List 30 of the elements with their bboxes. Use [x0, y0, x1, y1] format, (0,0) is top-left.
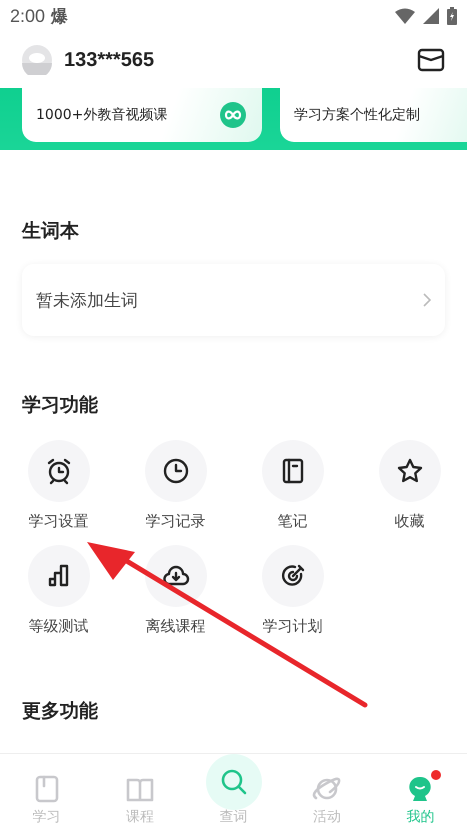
chevron-right-icon	[423, 293, 431, 307]
section-title: 生词本	[20, 219, 80, 244]
signal-icon	[423, 8, 439, 24]
feature-label: 学习设置	[28, 512, 88, 531]
section-title: 学习功能	[21, 393, 99, 418]
feature-label: 学习计划	[262, 617, 322, 636]
promo-card[interactable]: 学习方案个性化定制	[280, 88, 467, 142]
tab-item[interactable]: 学习	[0, 754, 94, 830]
status-time: 2:00	[10, 6, 46, 26]
promo-card[interactable]: 1000+外教音视频课	[22, 88, 262, 142]
infinity-icon	[220, 102, 246, 128]
search-icon	[218, 767, 249, 797]
tab-item[interactable]: 活动	[280, 754, 374, 830]
clock-icon	[162, 457, 190, 485]
wifi-icon	[395, 8, 415, 24]
vocabulary-card[interactable]: 暂未添加生词	[22, 264, 445, 336]
battery-icon	[447, 7, 457, 25]
username: 133***565	[64, 48, 154, 72]
mail-icon[interactable]	[417, 48, 445, 72]
tab-item[interactable]: 课程	[93, 754, 187, 830]
feature-label: 离线课程	[146, 617, 206, 636]
feature-label: 学习记录	[146, 512, 206, 531]
tab-search[interactable]: 查词	[186, 754, 280, 830]
tab-item[interactable]: 我的	[374, 754, 467, 830]
feature-label: 等级测试	[28, 617, 88, 636]
star-icon	[396, 457, 424, 485]
feature-label: 收藏	[394, 512, 424, 531]
section-title: 更多功能	[21, 699, 99, 724]
app-notification-icon: 爆	[51, 4, 68, 28]
feature-label: 笔记	[278, 512, 308, 531]
